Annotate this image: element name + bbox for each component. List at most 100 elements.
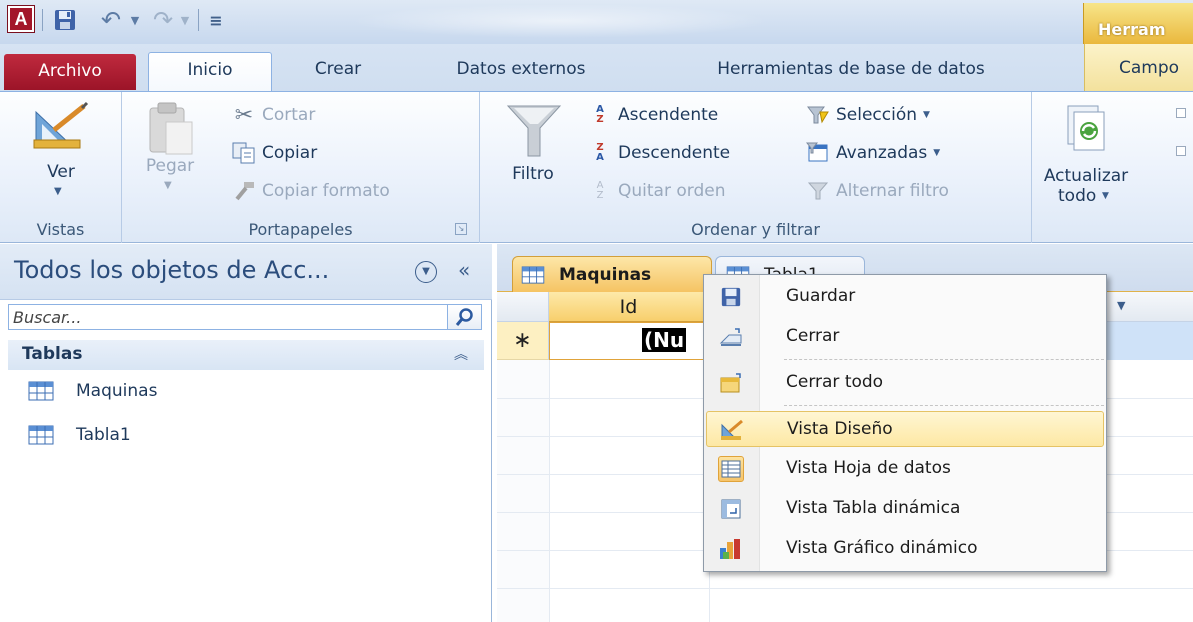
- customize-qat-icon[interactable]: ≡: [208, 6, 224, 34]
- menu-item-cerrar-todo[interactable]: Cerrar todo: [706, 365, 1104, 401]
- tab-archivo[interactable]: Archivo: [4, 54, 136, 90]
- undo-dropdown-icon[interactable]: ▼: [128, 6, 142, 34]
- chevron-up-icon[interactable]: ︽: [454, 344, 468, 364]
- table-icon: [521, 265, 545, 284]
- menu-item-label: Cerrar: [786, 326, 840, 346]
- record-save-icon[interactable]: [1176, 146, 1186, 156]
- advanced-filter-icon: [806, 141, 830, 165]
- chevron-down-icon: ▼: [164, 180, 172, 191]
- format-painter-button-label: Copiar formato: [262, 181, 390, 201]
- menu-item-vista-grafico-dinamico[interactable]: Vista Gráfico dinámico: [706, 531, 1104, 567]
- copy-icon: [232, 141, 256, 165]
- sort-descending-icon: ZA: [596, 142, 604, 163]
- nav-menu-dropdown-icon[interactable]: ▼: [415, 261, 437, 283]
- collapse-pane-icon[interactable]: «: [458, 258, 470, 282]
- menu-item-label: Vista Hoja de datos: [786, 458, 951, 478]
- navigation-pane: Todos los objetos de Acc... ▼ « Tablas ︽…: [0, 244, 492, 622]
- filter-button-label: Filtro: [512, 164, 554, 184]
- tab-campos[interactable]: Campo: [1084, 44, 1193, 92]
- chevron-down-icon: ▼: [54, 186, 62, 197]
- new-record-marker[interactable]: ∗: [497, 322, 549, 360]
- sort-ascending-button[interactable]: AZ Ascendente: [588, 100, 718, 130]
- design-view-icon: [719, 417, 745, 443]
- refresh-icon: [1067, 105, 1105, 151]
- view-button-label: Ver: [47, 162, 75, 182]
- toggle-filter-button[interactable]: Alternar filtro: [806, 176, 949, 206]
- qat-separator: [198, 9, 199, 31]
- nav-group-tablas[interactable]: Tablas ︽: [8, 340, 484, 370]
- grid-line: [497, 588, 1193, 589]
- redo-icon[interactable]: ↷: [150, 6, 176, 34]
- context-menu: Guardar Cerrar Cerrar todo Vista Diseño …: [703, 274, 1107, 572]
- filter-button[interactable]: Filtro: [490, 96, 576, 200]
- menu-item-vista-tabla-dinamica[interactable]: Vista Tabla dinámica: [706, 491, 1104, 527]
- menu-item-vista-diseno[interactable]: Vista Diseño: [706, 411, 1104, 447]
- close-window-icon: [718, 324, 744, 350]
- access-app-icon[interactable]: A: [7, 5, 35, 33]
- selection-filter-button[interactable]: Selección ▼: [806, 100, 930, 130]
- table-icon: [28, 381, 54, 401]
- tab-datos-externos[interactable]: Datos externos: [412, 52, 630, 92]
- sort-descending-button[interactable]: ZA Descendente: [588, 138, 730, 168]
- redo-dropdown-icon[interactable]: ▼: [178, 6, 192, 34]
- group-ordenar-filtrar: Filtro AZ Ascendente ZA Descendente AZ Q…: [480, 92, 1032, 243]
- paste-button-label: Pegar: [145, 156, 195, 176]
- close-all-icon: [718, 370, 744, 396]
- group-vistas: Ver ▼ Vistas: [0, 92, 122, 243]
- search-input[interactable]: [9, 305, 447, 329]
- dialog-launcher-icon[interactable]: ↘: [455, 223, 467, 235]
- scissors-icon: ✂: [234, 102, 254, 128]
- group-label-ordenar: Ordenar y filtrar: [691, 220, 820, 239]
- column-header-id[interactable]: Id: [549, 292, 709, 322]
- nav-item-tabla1[interactable]: Tabla1: [28, 420, 131, 450]
- nav-item-label: Maquinas: [76, 381, 158, 401]
- nav-search-box[interactable]: [8, 304, 448, 330]
- toggle-filter-label: Alternar filtro: [836, 181, 949, 201]
- menu-item-guardar[interactable]: Guardar: [706, 279, 1104, 315]
- tab-inicio[interactable]: Inicio: [148, 52, 272, 94]
- ribbon-tab-row: Archivo Inicio Crear Datos externos Herr…: [0, 44, 1193, 94]
- format-painter-button[interactable]: Copiar formato: [232, 176, 390, 206]
- advanced-filter-button[interactable]: Avanzadas ▼: [806, 138, 940, 168]
- group-label-vistas: Vistas: [36, 220, 85, 239]
- nav-item-maquinas[interactable]: Maquinas: [28, 376, 157, 406]
- ribbon: Ver ▼ Vistas Pegar ▼ ✂ Cortar Copiar Cop…: [0, 91, 1193, 243]
- copy-button[interactable]: Copiar: [232, 138, 317, 168]
- design-view-icon: [33, 101, 89, 149]
- view-button[interactable]: Ver ▼: [18, 96, 104, 200]
- refresh-all-button[interactable]: Actualizar todo ▼: [1036, 96, 1136, 206]
- menu-item-cerrar[interactable]: Cerrar: [706, 319, 1104, 355]
- datasheet-view-icon: [718, 456, 744, 482]
- save-icon[interactable]: [52, 6, 78, 34]
- chevron-down-icon: ▼: [923, 110, 930, 120]
- doc-tab-maquinas[interactable]: Maquinas: [512, 256, 712, 292]
- cut-button[interactable]: ✂ Cortar: [232, 100, 316, 130]
- nav-pane-title[interactable]: Todos los objetos de Acc...: [14, 256, 329, 284]
- menu-item-label: Guardar: [786, 286, 856, 306]
- nav-group-title: Tablas: [22, 344, 83, 364]
- cut-button-label: Cortar: [262, 105, 316, 125]
- menu-item-label: Vista Gráfico dinámico: [786, 538, 978, 558]
- undo-icon[interactable]: ↶: [98, 6, 124, 34]
- clear-sort-button[interactable]: AZ Quitar orden: [588, 176, 726, 206]
- sort-ascending-label: Ascendente: [618, 105, 719, 125]
- record-new-icon[interactable]: [1176, 108, 1186, 118]
- tab-herramientas[interactable]: Herramientas de base de datos: [660, 52, 1042, 92]
- paste-button[interactable]: Pegar ▼: [130, 96, 210, 200]
- advanced-filter-label: Avanzadas: [836, 143, 928, 163]
- nav-pane-header[interactable]: Todos los objetos de Acc... ▼ «: [0, 244, 492, 300]
- new-record-id-value: (Nu: [642, 328, 687, 352]
- nav-item-label: Tabla1: [76, 425, 131, 445]
- select-all-corner[interactable]: [497, 292, 549, 322]
- title-bar: A ↶ ▼ ↷ ▼ ≡ Herram: [0, 0, 1193, 44]
- pivot-table-icon: [718, 496, 744, 522]
- grid-line: [549, 360, 550, 622]
- tab-crear[interactable]: Crear: [282, 52, 394, 92]
- funnel-icon: [506, 105, 562, 157]
- group-label-portapapeles: Portapapeles: [248, 220, 353, 239]
- new-record-id-cell[interactable]: (Nu: [549, 322, 709, 360]
- menu-item-vista-hoja-datos[interactable]: Vista Hoja de datos: [706, 451, 1104, 487]
- search-icon[interactable]: [448, 304, 482, 330]
- chevron-down-icon[interactable]: ▼: [1117, 299, 1125, 312]
- group-registros: Actualizar todo ▼: [1032, 92, 1193, 243]
